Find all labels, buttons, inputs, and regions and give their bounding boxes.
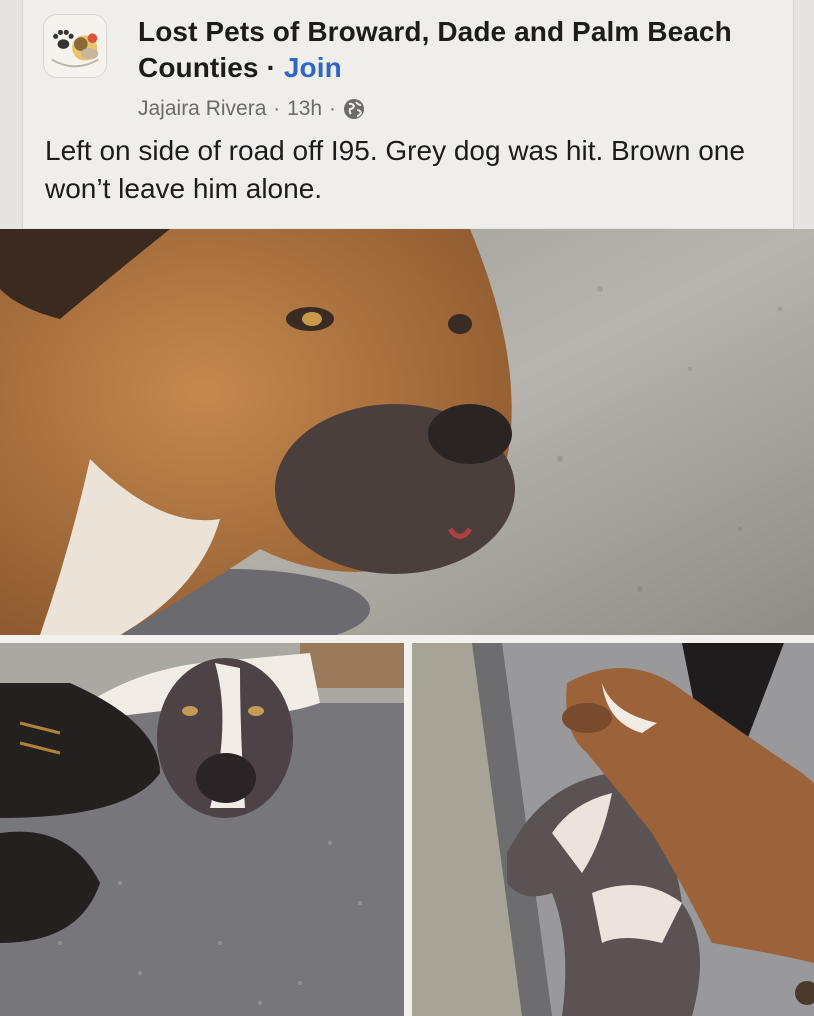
meta-separator: · [273, 97, 281, 120]
group-title-line: Lost Pets of Broward, Dade and Palm Beac… [138, 14, 758, 86]
paw-logo-icon [44, 15, 106, 77]
two-dogs-curb-photo[interactable] [412, 643, 814, 1016]
brown-dog-closeup-photo[interactable] [0, 229, 814, 635]
author-name[interactable]: Jajaira Rivera [138, 97, 266, 121]
grey-dog-lying-photo[interactable] [0, 643, 404, 1016]
join-button[interactable]: Join [284, 52, 342, 83]
globe-icon [343, 98, 365, 120]
group-name-link[interactable]: Lost Pets of Broward, Dade and Palm Beac… [138, 16, 732, 83]
post-meta: Jajaira Rivera · 13h · [138, 95, 365, 123]
meta-separator-2: · [329, 97, 336, 120]
post-time[interactable]: 13h [287, 97, 322, 121]
photo-divider-vertical [404, 643, 412, 1016]
post-header-card: Lost Pets of Broward, Dade and Palm Beac… [22, 0, 794, 228]
post-text: Left on side of road off I95. Grey dog w… [45, 135, 745, 204]
photo-divider-horizontal [0, 635, 814, 643]
title-separator: · [266, 52, 276, 83]
group-avatar[interactable] [43, 14, 107, 78]
